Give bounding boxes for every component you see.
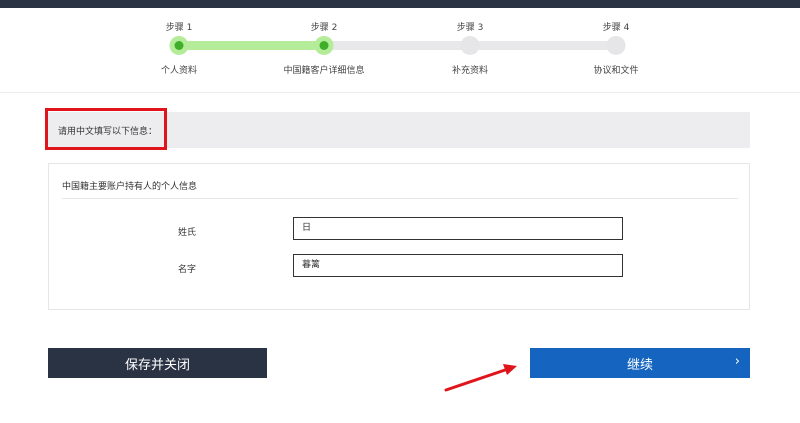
step-4-dot: [606, 36, 626, 55]
step-3-label: 补充资料: [451, 66, 489, 76]
step-3-dot: [460, 36, 480, 55]
save-and-close-button[interactable]: 保存并关闭: [48, 348, 267, 378]
step-1-dot: [169, 36, 189, 55]
surname-field[interactable]: 日: [293, 217, 623, 240]
progress-stepper: 步骤 1 个人资料 步骤 2 中国籍客户详细信息 步骤 3 补充资料 步骤 4 …: [0, 8, 800, 93]
continue-label: 继续: [626, 357, 653, 373]
continue-button[interactable]: 继续 ›: [530, 348, 750, 378]
annotation-arrow-icon: [444, 364, 517, 392]
chevron-right-icon: ›: [734, 354, 740, 369]
step-3-number: 步骤 3: [456, 23, 484, 33]
instruction-highlight-box: [45, 108, 167, 150]
step-1-label: 个人资料: [160, 66, 198, 76]
card-title: 中国籍主要账户持有人的个人信息: [62, 182, 198, 192]
step-1-number: 步骤 1: [165, 23, 193, 33]
save-and-close-label: 保存并关闭: [124, 357, 190, 373]
top-bar: [0, 0, 800, 8]
step-2-label: 中国籍客户详细信息: [283, 66, 365, 76]
personal-info-card: 中国籍主要账户持有人的个人信息 姓氏 日 名字 暮篱: [48, 163, 750, 310]
given-name-field[interactable]: 暮篱: [293, 254, 623, 277]
step-2-dot: [314, 36, 334, 55]
step-4-label: 协议和文件: [593, 66, 639, 76]
step-4-number: 步骤 4: [602, 23, 630, 33]
surname-label: 姓氏: [178, 228, 197, 238]
step-2-number: 步骤 2: [310, 23, 338, 33]
stepper-track-1-2: [179, 41, 324, 50]
card-divider: [62, 198, 738, 199]
given-name-label: 名字: [178, 265, 197, 275]
